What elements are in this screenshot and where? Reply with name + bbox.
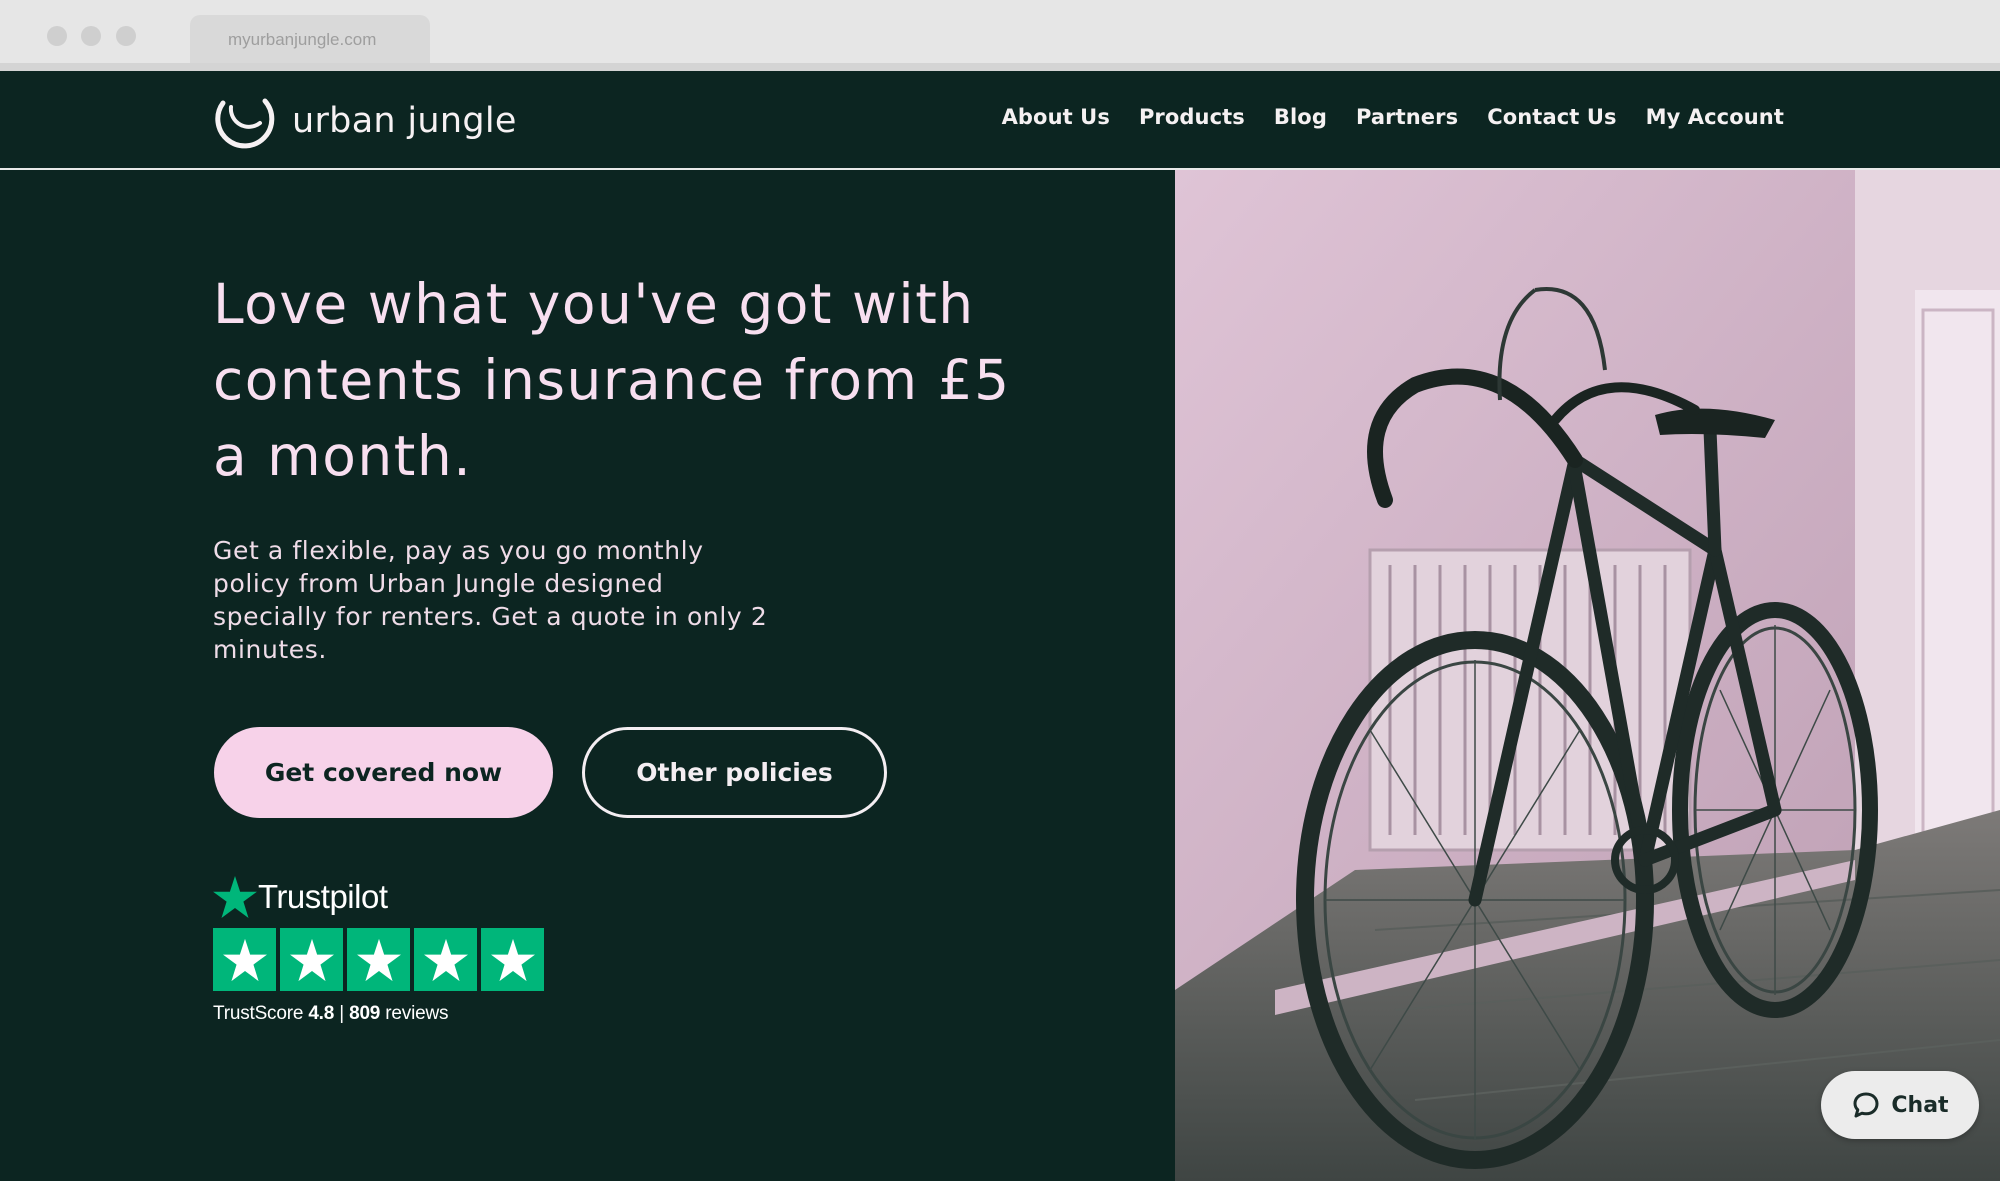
browser-chrome: myurbanjungle.com xyxy=(0,0,2000,71)
hero-subtext: Get a flexible, pay as you go monthly po… xyxy=(213,536,768,664)
trustpilot-star-icon xyxy=(213,876,257,918)
review-count: 809 xyxy=(349,1003,381,1024)
main-nav: About Us Products Blog Partners Contact … xyxy=(1002,105,1784,129)
hero-bicycle-photo xyxy=(1175,170,2000,1181)
trustpilot-rating-stars xyxy=(213,928,544,991)
nav-contact-us[interactable]: Contact Us xyxy=(1487,105,1616,129)
rating-star-5 xyxy=(481,928,544,991)
star-icon xyxy=(289,938,334,981)
star-icon xyxy=(222,938,267,981)
trustpilot-widget[interactable]: Trustpilot TrustScore 4.8 | 809 reviews xyxy=(213,876,544,1025)
trustpilot-logo: Trustpilot xyxy=(213,876,544,918)
star-icon xyxy=(356,938,401,981)
window-maximize-dot[interactable] xyxy=(116,26,136,46)
bicycle-illustration xyxy=(1175,170,2000,1181)
browser-tab-url: myurbanjungle.com xyxy=(228,30,377,49)
nav-my-account[interactable]: My Account xyxy=(1646,105,1784,129)
trustscore-separator: | xyxy=(339,1003,344,1024)
nav-about-us[interactable]: About Us xyxy=(1002,105,1110,129)
rating-star-2 xyxy=(280,928,343,991)
trustscore-label: TrustScore xyxy=(213,1003,304,1024)
trustscore-value: 4.8 xyxy=(308,1003,335,1024)
browser-toolbar-edge xyxy=(0,63,2000,71)
chat-button[interactable]: Chat xyxy=(1821,1071,1979,1139)
reviews-label: reviews xyxy=(385,1003,449,1024)
browser-tab[interactable]: myurbanjungle.com xyxy=(190,15,430,65)
rating-star-1 xyxy=(213,928,276,991)
rating-star-3 xyxy=(347,928,410,991)
window-close-dot[interactable] xyxy=(47,26,67,46)
star-icon xyxy=(423,938,468,981)
get-covered-button[interactable]: Get covered now xyxy=(214,727,553,818)
nav-products[interactable]: Products xyxy=(1139,105,1245,129)
chat-label: Chat xyxy=(1891,1092,1949,1118)
other-policies-button[interactable]: Other policies xyxy=(582,727,887,818)
nav-partners[interactable]: Partners xyxy=(1356,105,1458,129)
rating-star-4 xyxy=(414,928,477,991)
window-minimize-dot[interactable] xyxy=(81,26,101,46)
hero-section: Love what you've got with contents insur… xyxy=(0,170,1175,1181)
brand-name: urban jungle xyxy=(292,101,517,141)
trustpilot-brand: Trustpilot xyxy=(258,878,388,915)
star-icon xyxy=(490,938,535,981)
hero-headline: Love what you've got with contents insur… xyxy=(213,272,1011,488)
logo[interactable]: urban jungle xyxy=(213,93,517,149)
chat-bubble-icon xyxy=(1853,1092,1879,1118)
site-header: urban jungle About Us Products Blog Part… xyxy=(0,71,2000,170)
nav-blog[interactable]: Blog xyxy=(1274,105,1327,129)
trustscore-line: TrustScore 4.8 | 809 reviews xyxy=(213,1003,544,1025)
logo-smile-icon xyxy=(215,98,275,149)
